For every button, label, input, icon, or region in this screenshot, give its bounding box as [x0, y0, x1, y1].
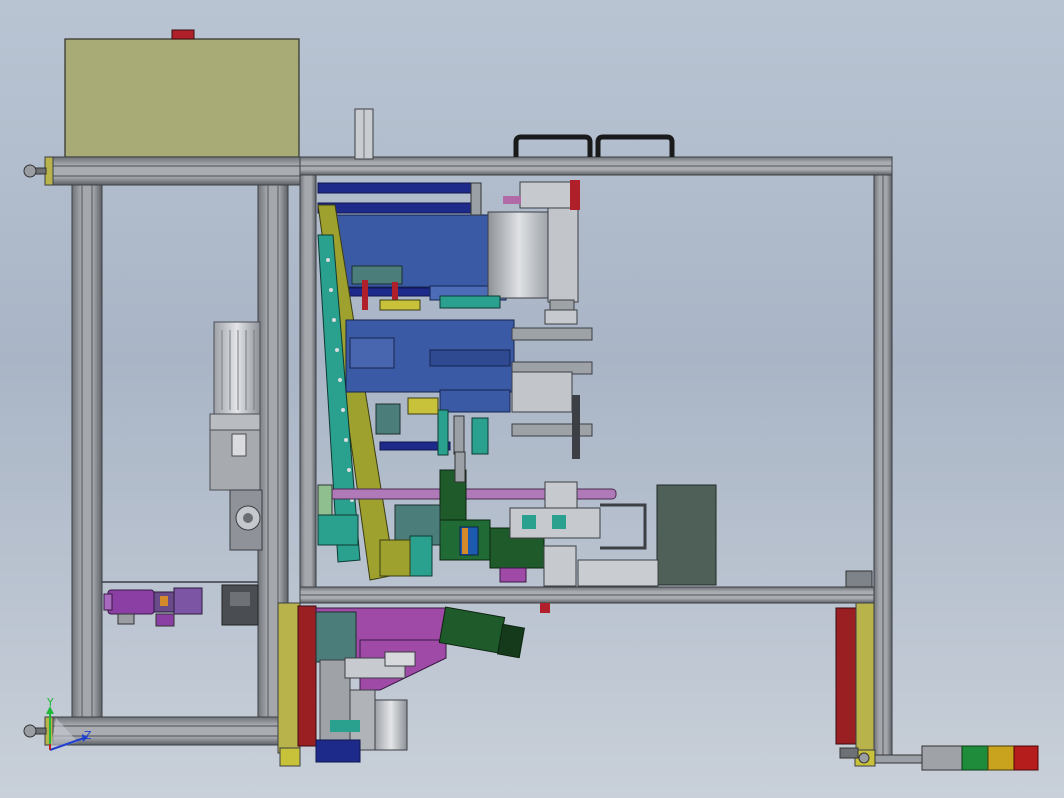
signal-segment-red [1013, 745, 1039, 771]
lifting-handle-right [595, 134, 675, 157]
hydraulic-tank [64, 38, 300, 158]
control-box [656, 484, 717, 586]
triad-z-label: Z [84, 729, 92, 742]
tank-cap [171, 29, 195, 40]
signal-segment-gray [921, 745, 963, 771]
signal-tower [874, 745, 1039, 771]
green-servo-motor [438, 606, 506, 654]
main-motor [209, 321, 263, 551]
purple-servo-motor [103, 584, 259, 627]
red-guard-right [835, 607, 857, 745]
lower-assembly [277, 602, 550, 767]
left-top-beam [51, 156, 301, 186]
triad-y-label: Y [46, 696, 54, 709]
main-mechanism [317, 180, 659, 587]
yellow-guard-left [277, 602, 301, 754]
lifting-handle-left [513, 134, 593, 157]
signal-segment-amber [987, 745, 1015, 771]
cad-viewport[interactable]: Y Z [0, 0, 1064, 798]
signal-segment-green [961, 745, 989, 771]
cylinder-barrel [487, 211, 551, 299]
left-upright-outer [71, 184, 103, 718]
